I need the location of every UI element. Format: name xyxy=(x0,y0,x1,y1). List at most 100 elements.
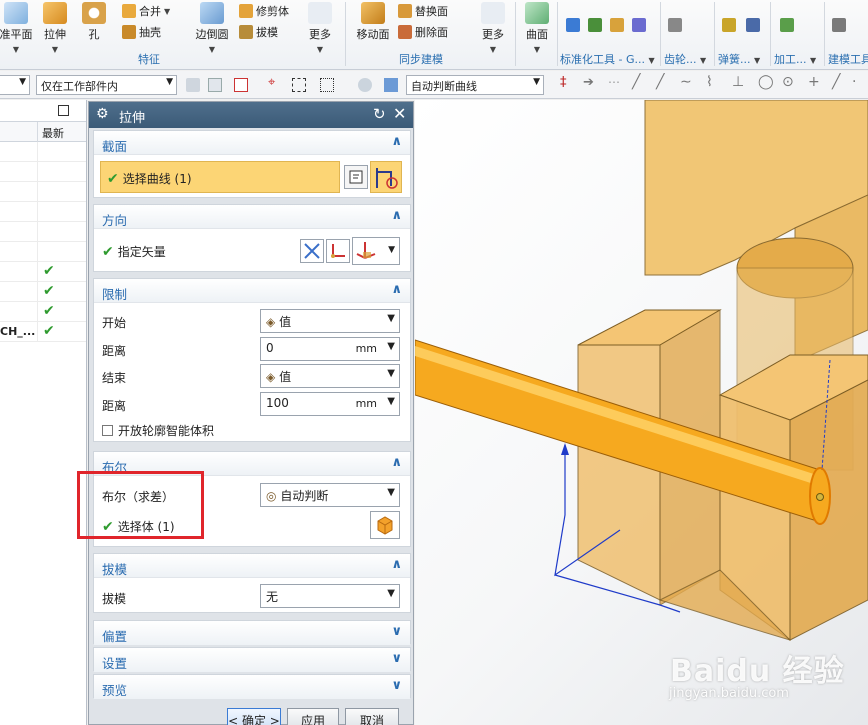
offset-panel[interactable]: 偏置 ∨ xyxy=(93,620,411,645)
edge-blend-button[interactable]: 边倒圆 ▼ xyxy=(192,2,232,55)
machining-icon xyxy=(780,18,794,32)
delete-face-button[interactable]: 删除面 xyxy=(398,24,448,40)
std-tools-label[interactable]: 标准化工具 - G... ▼ xyxy=(560,51,655,67)
sketch-section-button[interactable] xyxy=(344,165,368,189)
close-icon[interactable]: ✕ xyxy=(393,104,406,123)
table-row[interactable]: ✔ xyxy=(0,262,86,282)
center-icon[interactable]: ⊙ xyxy=(782,74,796,90)
tool-icon[interactable] xyxy=(588,18,602,32)
table-row[interactable] xyxy=(0,162,86,182)
gear-icon[interactable]: ⚙ xyxy=(96,106,109,122)
replace-face-button[interactable]: 替换面 xyxy=(398,3,448,19)
preview-panel[interactable]: 预览 ∨ xyxy=(93,674,411,699)
draft-header[interactable]: 拔模 ∧ xyxy=(94,554,410,578)
select-body-row[interactable]: ✔ 选择体 (1) xyxy=(102,518,175,535)
end-distance-input[interactable]: 100 mm ▼ xyxy=(260,392,400,416)
apply-button[interactable]: 应用 xyxy=(287,708,339,725)
boolean-header[interactable]: 布尔 ∧ xyxy=(94,452,410,476)
direction-header[interactable]: 方向 ∧ xyxy=(94,205,410,229)
maximize-icon[interactable] xyxy=(58,105,69,116)
select-icon[interactable] xyxy=(208,78,222,92)
ribbon: 准平面 ▼ 拉伸 ▼ 孔 合并 ▼ 抽壳 边倒圆 ▼ 修剪体 拔模 更多 ▼ 特征 移动面… xyxy=(0,0,868,70)
start-distance-input[interactable]: 0 mm ▼ xyxy=(260,337,400,361)
plus-icon[interactable]: + xyxy=(808,74,822,90)
chevron-up-icon: ∧ xyxy=(391,134,402,149)
settings-header[interactable]: 设置 ∨ xyxy=(94,648,410,672)
machining-tools-label[interactable]: 加工... ▼ xyxy=(774,51,816,67)
table-row[interactable]: ✔ xyxy=(0,282,86,302)
spline-icon[interactable]: ⌇ xyxy=(706,74,720,90)
more-sync-button[interactable]: 更多 ▼ xyxy=(478,2,508,55)
spring-tool-icons[interactable] xyxy=(722,18,760,32)
extrude-button[interactable]: 拉伸 ▼ xyxy=(38,2,72,55)
preview-header[interactable]: 预览 ∨ xyxy=(94,675,410,699)
table-row[interactable] xyxy=(0,202,86,222)
table-row[interactable]: CH_... ✔ xyxy=(0,322,86,342)
tool-icon[interactable] xyxy=(610,18,624,32)
table-row[interactable] xyxy=(0,242,86,262)
snap-icon[interactable] xyxy=(186,78,200,92)
offset-header[interactable]: 偏置 ∨ xyxy=(94,621,410,645)
column-latest[interactable]: 最新 xyxy=(42,125,64,141)
table-row[interactable]: ✔ xyxy=(0,302,86,322)
trim-body-button[interactable]: 修剪体 xyxy=(239,3,289,19)
move-face-button[interactable]: 移动面 xyxy=(352,2,394,42)
cancel-button[interactable]: 取消 xyxy=(345,708,399,725)
start-type-select[interactable]: ◈ 值 ▼ xyxy=(260,309,400,333)
line-icon[interactable]: ╱ xyxy=(656,74,670,90)
curve-icon[interactable]: ∼ xyxy=(680,74,694,90)
pattern-icon[interactable]: ⋯ xyxy=(608,75,622,89)
inferred-vector-combo[interactable]: ▼ xyxy=(352,237,400,265)
intersection-icon[interactable]: ‡ xyxy=(560,75,574,90)
open-profile-checkbox[interactable]: 开放轮廓智能体积 xyxy=(102,422,214,439)
build-tools-label[interactable]: 建模工具 xyxy=(828,51,868,67)
datum-plane-button[interactable]: 准平面 ▼ xyxy=(0,2,36,55)
line-icon[interactable]: ╱ xyxy=(832,74,846,90)
line-icon[interactable]: ╱ xyxy=(632,74,646,90)
reverse-direction-button[interactable] xyxy=(300,239,324,263)
select-curve-row[interactable]: ✔ 选择曲线 (1) xyxy=(100,161,340,193)
tool-icon[interactable] xyxy=(632,18,646,32)
pick-icon[interactable]: ⌖ xyxy=(268,75,282,90)
cube-icon[interactable] xyxy=(384,78,398,92)
graphics-viewport[interactable] xyxy=(415,100,868,725)
spring-tools-label[interactable]: 弹簧... ▼ xyxy=(718,51,760,67)
boolean-select[interactable]: ◎ 自动判断 ▼ xyxy=(260,483,400,507)
table-row[interactable] xyxy=(0,182,86,202)
curve-rule-combo[interactable]: 自动判断曲线 ▼ xyxy=(406,75,544,95)
lasso-icon[interactable] xyxy=(320,78,334,92)
point-icon[interactable]: · xyxy=(852,74,866,90)
limits-header[interactable]: 限制 ∧ xyxy=(94,279,410,303)
shell-button[interactable]: 抽壳 xyxy=(122,24,161,40)
perpendicular-icon[interactable]: ⊥ xyxy=(732,74,746,90)
draft-button[interactable]: 拔模 xyxy=(239,24,278,40)
view-icon[interactable] xyxy=(358,78,372,92)
table-row[interactable] xyxy=(0,222,86,242)
surface-button[interactable]: 曲面 ▼ xyxy=(520,2,554,55)
reset-icon[interactable]: ↻ xyxy=(373,105,386,123)
select-body-button[interactable] xyxy=(370,511,400,539)
gear-tool-icons[interactable] xyxy=(668,18,682,32)
circle-icon[interactable]: ◯ xyxy=(758,74,774,90)
gear-tools-label[interactable]: 齿轮... ▼ xyxy=(664,51,706,67)
draft-select[interactable]: 无 ▼ xyxy=(260,584,400,608)
table-row[interactable] xyxy=(0,142,86,162)
end-type-select[interactable]: ◈ 值 ▼ xyxy=(260,364,400,388)
box-select-icon[interactable] xyxy=(292,78,306,92)
ok-button[interactable]: < 确定 > xyxy=(227,708,281,725)
section-header[interactable]: 截面 ∧ xyxy=(94,131,410,155)
hole-button[interactable]: 孔 xyxy=(80,2,108,42)
unite-button[interactable]: 合并 ▼ xyxy=(122,3,170,19)
curve-select-button[interactable] xyxy=(370,161,402,193)
type-filter-combo[interactable]: ▼ xyxy=(0,75,30,95)
more-feature-button[interactable]: 更多 ▼ xyxy=(304,2,336,55)
arrow-right-icon[interactable]: ➔ xyxy=(583,75,597,90)
checkbox[interactable] xyxy=(102,425,113,436)
machining-tool-icons[interactable] xyxy=(780,18,794,32)
build-tool-icons[interactable] xyxy=(832,18,846,32)
tool-icon[interactable] xyxy=(566,18,580,32)
vector-dialog-button[interactable] xyxy=(326,239,350,263)
filter-icon[interactable] xyxy=(234,78,248,92)
scope-filter-combo[interactable]: 仅在工作部件内 ▼ xyxy=(36,75,177,95)
settings-panel[interactable]: 设置 ∨ xyxy=(93,647,411,672)
